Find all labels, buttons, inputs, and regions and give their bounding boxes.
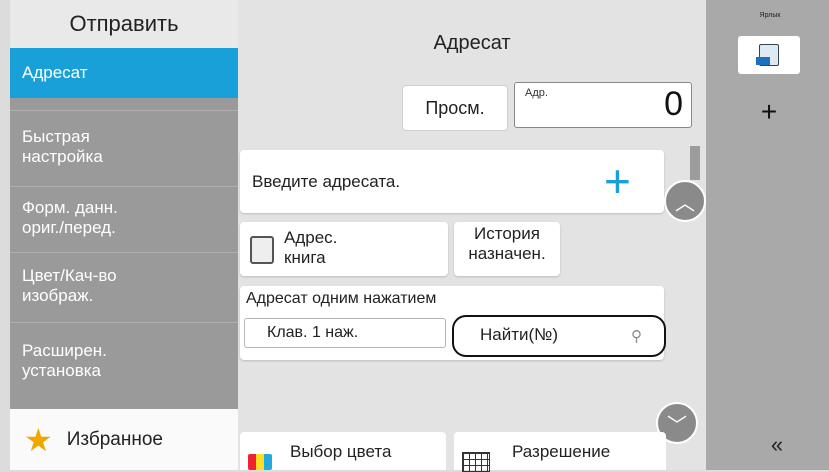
view-button[interactable]: Просм.	[402, 85, 508, 131]
favorites-button[interactable]: ★ Избранное	[10, 409, 238, 470]
address-count-box: Адр. 0	[514, 82, 692, 128]
history-label: История назначен.	[468, 224, 546, 264]
address-count-value: 0	[664, 85, 683, 123]
chevron-down-icon: ﹀	[667, 414, 687, 437]
chevron-up-icon: ︿	[675, 192, 695, 215]
one-touch-key-button[interactable]: Клав. 1 наж.	[244, 318, 446, 348]
resolution-button[interactable]: Разрешение	[454, 432, 666, 472]
scroll-up-button[interactable]: ︿	[664, 180, 706, 222]
nav-item-label: Цвет/Кач-во изображ.	[22, 265, 117, 305]
nav-item-destination[interactable]: Адресат	[10, 48, 238, 98]
shortcut-label: Ярлык	[759, 12, 781, 19]
document-shortcut-icon	[756, 44, 779, 66]
collapse-panel-button[interactable]: «	[746, 432, 808, 458]
address-book-icon	[250, 236, 274, 264]
plus-icon: +	[604, 155, 631, 207]
nav-item-label: Расширен. установка	[22, 340, 107, 380]
resolution-grid-icon	[462, 452, 490, 472]
star-icon: ★	[24, 421, 53, 458]
send-header: Отправить	[10, 0, 238, 48]
destination-history-button[interactable]: История назначен.	[454, 222, 560, 276]
resolution-label: Разрешение	[512, 442, 611, 461]
search-icon: ⚲	[631, 328, 642, 345]
nav-item-quick-setup[interactable]: Быстрая настройка	[10, 110, 238, 182]
nav-item-label: Адресат	[22, 63, 88, 83]
nav-item-label: Быстрая настройка	[22, 126, 103, 166]
color-palette-icon	[248, 454, 272, 470]
page-title: Адресат	[433, 32, 511, 54]
add-shortcut-button[interactable]: +	[738, 96, 800, 128]
scrollbar[interactable]	[690, 146, 700, 180]
color-selection-label: Выбор цвета	[290, 442, 392, 461]
favorites-label: Избранное	[66, 428, 163, 450]
find-number-button[interactable]: Найти(№) ⚲	[452, 315, 666, 357]
nav-item-label: Форм. данн. ориг./перед.	[22, 197, 118, 237]
address-book-label: Адрес. книга	[284, 228, 338, 268]
one-touch-key-label: Клав. 1 наж.	[267, 324, 359, 341]
nav-item-advanced-setup[interactable]: Расширен. установка	[10, 322, 238, 398]
address-count-label: Адр.	[525, 87, 548, 99]
enter-destination-label: Введите адресата.	[252, 172, 401, 191]
one-touch-label: Адресат одним нажатием	[246, 290, 437, 307]
view-button-label: Просм.	[425, 97, 485, 118]
nav-item-original-format[interactable]: Форм. данн. ориг./перед.	[10, 186, 238, 248]
nav-item-color-quality[interactable]: Цвет/Кач-во изображ.	[10, 252, 238, 318]
address-book-button[interactable]: Адрес. книга	[240, 222, 448, 276]
enter-destination-field[interactable]: Введите адресата. +	[240, 150, 664, 213]
shortcut-tile[interactable]	[738, 36, 800, 74]
color-selection-button[interactable]: Выбор цвета	[240, 432, 446, 470]
find-label: Найти(№)	[480, 325, 559, 344]
